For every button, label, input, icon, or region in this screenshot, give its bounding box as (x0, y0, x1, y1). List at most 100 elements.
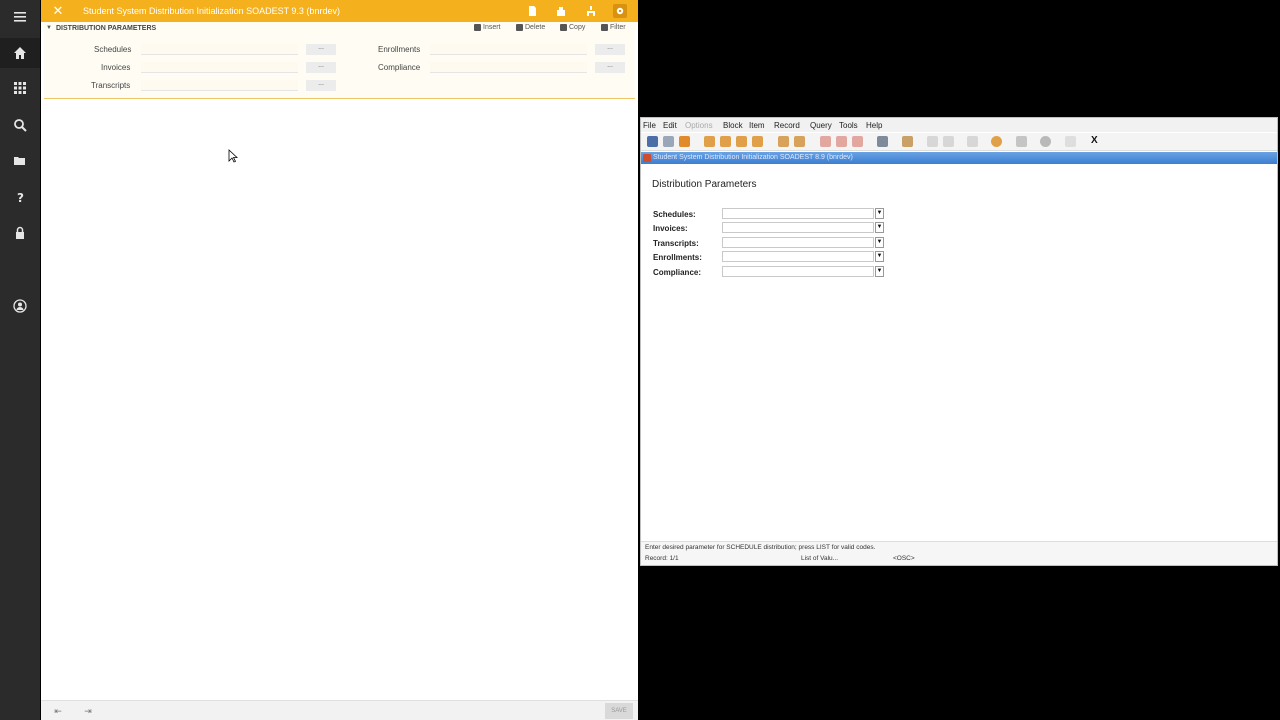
param-invoices-input[interactable] (722, 222, 874, 233)
menu-tools[interactable]: Tools (839, 121, 858, 130)
home-icon[interactable] (0, 38, 40, 68)
osc-indicator: <OSC> (893, 555, 915, 562)
rollback-icon[interactable] (663, 136, 674, 147)
user-icon[interactable] (0, 291, 40, 321)
last-page-icon[interactable]: ⇥ (81, 705, 95, 717)
compliance-dropdown-icon[interactable]: ▼ (875, 266, 884, 277)
close-icon[interactable]: ✕ (50, 3, 66, 19)
menu-edit[interactable]: Edit (663, 121, 677, 130)
page-footer: ⇤ ⇥ SAVE (41, 700, 638, 720)
param-compliance-label: Compliance: (653, 268, 702, 277)
schedules-lookup-button[interactable]: ... (306, 44, 336, 55)
document-icon[interactable] (525, 4, 539, 18)
compliance-field[interactable] (430, 62, 587, 73)
help-circle-icon[interactable] (991, 136, 1002, 147)
exit-icon[interactable] (679, 136, 690, 147)
compliance-lookup-button[interactable]: ... (595, 62, 625, 73)
list-of-values-indicator: List of Valu... (801, 555, 839, 562)
param-compliance-input[interactable] (722, 266, 874, 277)
filter-button[interactable]: Filter (601, 24, 626, 31)
enter-query-icon[interactable] (820, 136, 831, 147)
cancel-query-icon[interactable] (852, 136, 863, 147)
next-block-icon[interactable] (752, 136, 763, 147)
inb-forms-window: File Edit Options Block Item Record Quer… (640, 117, 1278, 566)
recent-folder-icon[interactable] (0, 145, 40, 175)
help-icon[interactable]: ? (0, 182, 40, 212)
insert-button[interactable]: Insert (474, 24, 501, 31)
menu-file[interactable]: File (643, 121, 656, 130)
enrollments-label: Enrollments (378, 45, 421, 54)
invoices-field[interactable] (141, 62, 298, 73)
banner9-page: ✕ Student System Distribution Initializa… (41, 0, 638, 720)
insert-icon (474, 24, 481, 31)
transcripts-field[interactable] (141, 80, 298, 91)
copy-label: Copy (569, 24, 586, 31)
settings-gear-icon[interactable] (613, 4, 627, 18)
transcripts-dropdown-icon[interactable]: ▼ (875, 237, 884, 248)
enrollments-field[interactable] (430, 44, 587, 55)
lock-icon[interactable] (0, 218, 40, 248)
duplicate-icon[interactable] (1016, 136, 1027, 147)
menu-block[interactable]: Block (723, 121, 743, 130)
distribution-parameters-section: ▼ DISTRIBUTION PARAMETERS Insert Delete … (44, 22, 635, 99)
param-transcripts-input[interactable] (722, 237, 874, 248)
form-window-icon (643, 154, 651, 162)
param-schedules-label: Schedules: (653, 210, 696, 219)
menu-record[interactable]: Record (774, 121, 800, 130)
enrollments-lookup-button[interactable]: ... (595, 44, 625, 55)
record-counter: Record: 1/1 (645, 555, 679, 562)
search-icon[interactable] (0, 110, 40, 140)
menu-icon[interactable] (0, 2, 40, 32)
related-icon[interactable] (554, 4, 568, 18)
enrollments-dropdown-icon[interactable]: ▼ (875, 251, 884, 262)
first-page-icon[interactable]: ⇤ (51, 705, 65, 717)
schedules-dropdown-icon[interactable]: ▼ (875, 208, 884, 219)
copy-button[interactable]: Copy (560, 24, 585, 31)
delete-button[interactable]: Delete (516, 24, 545, 31)
count-query-icon[interactable] (794, 136, 805, 147)
insert-label: Insert (483, 24, 501, 31)
collapse-caret-icon[interactable]: ▼ (46, 25, 52, 31)
insert-record-icon[interactable] (967, 136, 978, 147)
screen: ? ✕ Student System Distribution Initiali… (0, 0, 1280, 720)
disabled-tool-icon[interactable] (1065, 136, 1076, 147)
menu-query[interactable]: Query (810, 121, 832, 130)
status-bar: Enter desired parameter for SCHEDULE dis… (641, 541, 1277, 565)
forms-toolbar: X (641, 133, 1277, 151)
schedules-field[interactable] (141, 44, 298, 55)
transcripts-lookup-button[interactable]: ... (306, 80, 336, 91)
list-values-icon[interactable] (778, 136, 789, 147)
menu-help[interactable]: Help (866, 121, 882, 130)
zoom-out-icon[interactable] (943, 136, 954, 147)
apps-grid-icon[interactable] (0, 73, 40, 103)
next-record-icon[interactable] (736, 136, 747, 147)
status-hint: Enter desired parameter for SCHEDULE dis… (645, 544, 876, 551)
menu-options[interactable]: Options (685, 121, 713, 130)
previous-record-icon[interactable] (720, 136, 731, 147)
param-schedules-input[interactable] (722, 208, 874, 219)
compliance-label: Compliance (378, 63, 421, 72)
print-icon[interactable] (877, 136, 888, 147)
execute-query-icon[interactable] (836, 136, 847, 147)
globe-icon[interactable] (1040, 136, 1051, 147)
mouse-cursor-icon (228, 149, 238, 163)
save-icon[interactable] (647, 136, 658, 147)
invoices-label: Invoices (101, 63, 131, 72)
section-title: DISTRIBUTION PARAMETERS (56, 25, 157, 32)
previous-block-icon[interactable] (704, 136, 715, 147)
svg-text:?: ? (17, 191, 24, 204)
invoices-lookup-button[interactable]: ... (306, 62, 336, 73)
print-preview-icon[interactable] (902, 136, 913, 147)
save-button[interactable]: SAVE (605, 703, 633, 719)
tools-icon[interactable] (584, 4, 598, 18)
zoom-icon[interactable] (927, 136, 938, 147)
param-enrollments-input[interactable] (722, 251, 874, 262)
param-invoices-label: Invoices: (653, 224, 688, 233)
page-header: ✕ Student System Distribution Initializa… (41, 0, 638, 22)
menu-item[interactable]: Item (749, 121, 765, 130)
schedules-label: Schedules (94, 45, 132, 54)
close-form-button[interactable]: X (1091, 135, 1098, 146)
invoices-dropdown-icon[interactable]: ▼ (875, 222, 884, 233)
delete-icon (516, 24, 523, 31)
param-transcripts-label: Transcripts: (653, 239, 699, 248)
